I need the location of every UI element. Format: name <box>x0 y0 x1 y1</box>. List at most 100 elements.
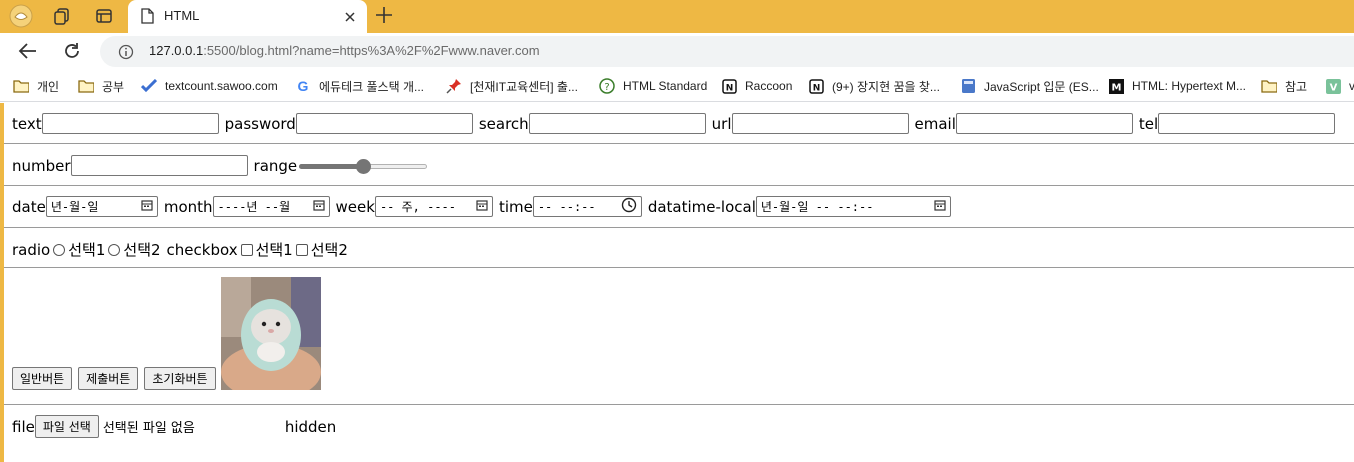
bookmark-v[interactable]: V v <box>1325 77 1354 95</box>
checkbox-option-1[interactable] <box>240 243 253 256</box>
radio-option-2[interactable] <box>108 243 121 256</box>
new-tab-icon[interactable] <box>374 5 394 29</box>
bookmark-label: 공부 <box>102 79 125 94</box>
pin-icon <box>446 78 462 94</box>
bookmark-html-standard[interactable]: ? HTML Standard <box>599 77 707 95</box>
bookmark-label: textcount.sawoo.com <box>165 79 278 93</box>
date-input[interactable]: 년-월-일 <box>45 196 158 217</box>
email-input[interactable] <box>955 113 1133 134</box>
bookmark-folder-study[interactable]: 공부 <box>78 77 124 95</box>
range-label: range <box>253 156 298 175</box>
datetime-local-label: datatime-local <box>647 197 756 216</box>
refresh-icon[interactable] <box>60 40 84 62</box>
bookmark-raccoon[interactable]: N Raccoon <box>721 77 792 95</box>
file-status-text: 선택된 파일 없음 <box>102 421 195 436</box>
divider <box>4 143 1354 144</box>
bookmark-label: HTML: Hypertext M... <box>1132 79 1247 93</box>
time-input[interactable]: -- --:-- <box>532 196 642 217</box>
number-range-row: number range <box>12 155 428 176</box>
close-tab-icon[interactable] <box>343 9 357 28</box>
text-inputs-row: text password search url email tel <box>12 113 1336 134</box>
submit-button[interactable]: 제출버튼 <box>78 367 139 390</box>
password-input[interactable] <box>295 113 473 134</box>
month-label: month <box>163 197 213 216</box>
notion-icon: N <box>721 78 737 94</box>
week-label: week <box>335 197 375 216</box>
svg-text:N: N <box>812 83 820 93</box>
bookmark-textcount[interactable]: textcount.sawoo.com <box>141 77 278 95</box>
bookmark-label: HTML Standard <box>623 79 708 93</box>
bookmark-label: [천재IT교육센터] 출... <box>470 79 578 94</box>
clock-icon[interactable] <box>621 197 637 216</box>
bookmark-folder-personal[interactable]: 개인 <box>13 77 59 95</box>
month-input[interactable]: ----년 --월 <box>212 196 330 217</box>
normal-button[interactable]: 일반버튼 <box>12 367 73 390</box>
reset-button[interactable]: 초기화버튼 <box>144 367 216 390</box>
datetime-local-input[interactable]: 년-월-일 -- --:-- <box>755 196 951 217</box>
back-arrow-icon[interactable] <box>16 40 40 62</box>
checkbox-option-2[interactable] <box>295 243 308 256</box>
divider <box>4 185 1354 186</box>
address-bar[interactable]: 127.0.0.1:5500/blog.html?name=https%3A%2… <box>100 36 1354 67</box>
radio-option-2-label: 선택2 <box>123 241 161 259</box>
choose-file-button[interactable]: 파일 선택 <box>34 415 99 438</box>
checkbox-option-2-label: 선택2 <box>310 241 348 259</box>
bookmark-label: 에듀테크 풀스택 개... <box>319 79 424 94</box>
book-icon <box>960 78 976 94</box>
calendar-icon[interactable] <box>476 199 488 214</box>
file-row: file 파일 선택 선택된 파일 없음 hidden <box>12 415 336 438</box>
url-text[interactable]: 127.0.0.1:5500/blog.html?name=https%3A%2… <box>149 43 540 58</box>
notion-icon: N <box>808 78 824 94</box>
tab-actions-icon[interactable] <box>91 4 117 28</box>
toolbar: 127.0.0.1:5500/blog.html?name=https%3A%2… <box>0 33 1354 70</box>
bookmark-notion-dream[interactable]: N (9+) 장지현 꿈을 찾... <box>808 77 940 95</box>
bookmark-folder-reference[interactable]: 참고 <box>1261 77 1307 95</box>
folder-icon <box>1261 78 1277 94</box>
divider <box>4 404 1354 405</box>
radio-option-1-label: 선택1 <box>68 241 106 259</box>
tab-strip: HTML <box>0 0 1354 33</box>
bookmark-label: JavaScript 입문 (ES... <box>984 79 1099 94</box>
calendar-icon[interactable] <box>141 199 153 214</box>
date-placeholder: 년-월-일 <box>50 200 99 214</box>
divider <box>4 267 1354 268</box>
bookmark-chunjae[interactable]: [천재IT교육센터] 출... <box>446 77 578 95</box>
svg-text:?: ? <box>604 82 609 93</box>
url-input[interactable] <box>731 113 909 134</box>
number-input[interactable] <box>70 155 248 176</box>
calendar-icon[interactable] <box>312 199 325 214</box>
text-input[interactable] <box>41 113 219 134</box>
tel-input[interactable] <box>1158 113 1336 134</box>
bookmarks-bar: 개인 공부 textcount.sawoo.com G 에듀테크 풀스택 개..… <box>0 70 1354 102</box>
datetime-placeholder: 년-월-일 -- --:-- <box>760 200 874 214</box>
bookmark-javascript[interactable]: JavaScript 입문 (ES... <box>960 77 1099 95</box>
tab-title: HTML <box>164 8 200 23</box>
svg-text:M: M <box>1111 82 1121 93</box>
workspaces-icon[interactable] <box>49 4 75 28</box>
checkbox-option-1-label: 선택1 <box>255 241 293 259</box>
date-label: date <box>12 197 46 216</box>
hamster-image-button[interactable] <box>220 277 321 400</box>
tel-label: tel <box>1138 114 1159 133</box>
calendar-icon[interactable] <box>934 199 946 214</box>
v-icon: V <box>1325 78 1341 94</box>
google-icon: G <box>297 78 309 94</box>
active-tab[interactable]: HTML <box>128 0 367 33</box>
range-slider[interactable] <box>299 158 428 174</box>
page-content: text password search url email tel numbe… <box>4 103 1354 462</box>
password-label: password <box>224 114 296 133</box>
range-thumb[interactable] <box>355 158 371 174</box>
week-input[interactable]: -- 주, ---- <box>374 196 493 217</box>
week-placeholder: -- 주, ---- <box>379 200 456 214</box>
url-label: url <box>711 114 732 133</box>
folder-icon <box>78 78 94 94</box>
radio-option-1[interactable] <box>53 243 66 256</box>
bookmark-edutech[interactable]: G 에듀테크 풀스택 개... <box>295 77 424 95</box>
search-input[interactable] <box>528 113 706 134</box>
hidden-label: hidden <box>284 417 337 436</box>
text-label: text <box>12 114 42 133</box>
profile-icon[interactable] <box>8 4 34 28</box>
datetime-row: date 년-월-일 month ----년 --월 week -- 주, --… <box>12 196 951 217</box>
bookmark-mdn-html[interactable]: M HTML: Hypertext M... <box>1108 77 1246 95</box>
site-info-icon[interactable] <box>118 44 134 64</box>
